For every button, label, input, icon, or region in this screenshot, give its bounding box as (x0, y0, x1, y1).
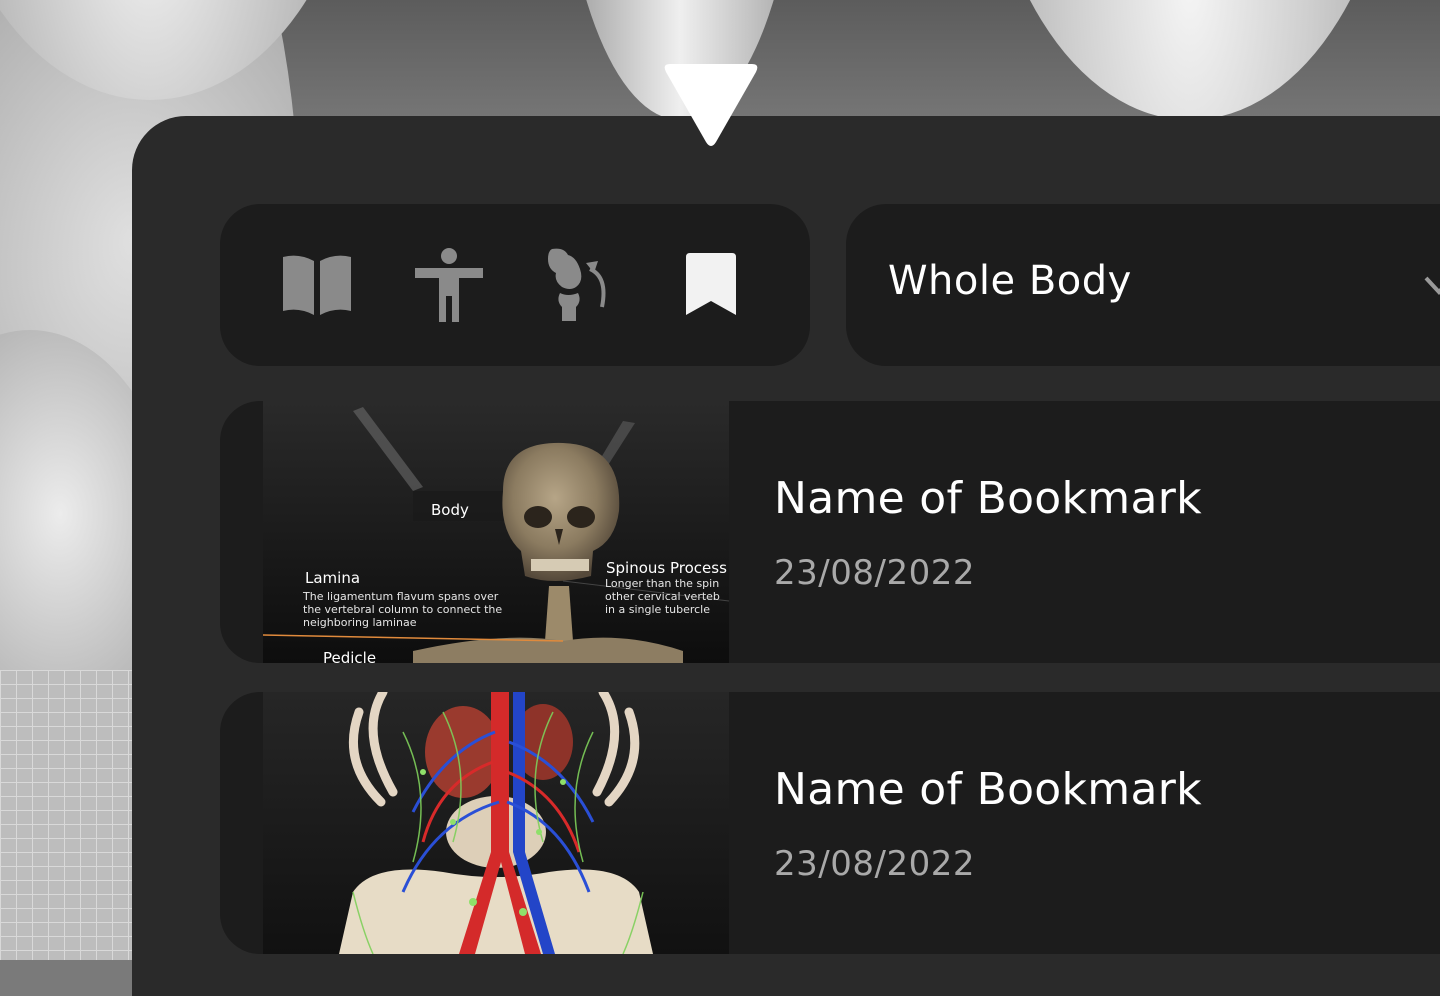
body-icon (415, 248, 483, 322)
region-dropdown-label: Whole Body (888, 258, 1132, 304)
label-spinous-text: other cervical verteb (605, 590, 720, 603)
region-dropdown[interactable]: Whole Body (846, 204, 1440, 366)
label-lamina-text: neighboring laminae (303, 616, 417, 629)
label-lamina: Lamina (305, 569, 361, 587)
chevron-down-icon (1424, 276, 1440, 295)
label-lamina-text: The ligamentum flavum spans over (303, 590, 499, 603)
bookmark-card[interactable]: Body Lamina The ligamentum flavum spans … (220, 401, 1440, 663)
bookmark-icon (686, 253, 736, 315)
bookmark-card[interactable]: Name of Bookmark 23/08/2022 (220, 692, 1440, 954)
tool-button-joint-motion[interactable] (538, 242, 624, 328)
label-pedicle: Pedicle (323, 649, 377, 663)
bookmark-title: Name of Bookmark (774, 473, 1202, 524)
bookmark-thumbnail: Body Lamina The ligamentum flavum spans … (263, 401, 729, 663)
label-body: Body (431, 501, 469, 519)
joint-rotate-icon (548, 248, 606, 321)
panel-pointer-icon (664, 64, 758, 146)
tool-button-library[interactable] (274, 242, 360, 328)
tool-button-body[interactable] (406, 242, 492, 328)
bookmark-thumbnail (263, 692, 729, 954)
vascular-system-image (263, 692, 729, 954)
label-spinous-text: in a single tubercle (605, 603, 711, 616)
bookmark-date: 23/08/2022 (774, 844, 975, 884)
tool-button-bookmarks[interactable] (668, 242, 754, 328)
bookmark-title: Name of Bookmark (774, 764, 1202, 815)
label-spinous-process: Spinous Process (606, 559, 727, 577)
label-lamina-text: the vertebral column to connect the (303, 603, 503, 616)
environment-arch (980, 0, 1400, 120)
mode-toolbar (220, 204, 810, 366)
label-spinous-text: Longer than the spin (605, 577, 720, 590)
bookmark-date: 23/08/2022 (774, 553, 975, 593)
book-icon (283, 255, 351, 315)
